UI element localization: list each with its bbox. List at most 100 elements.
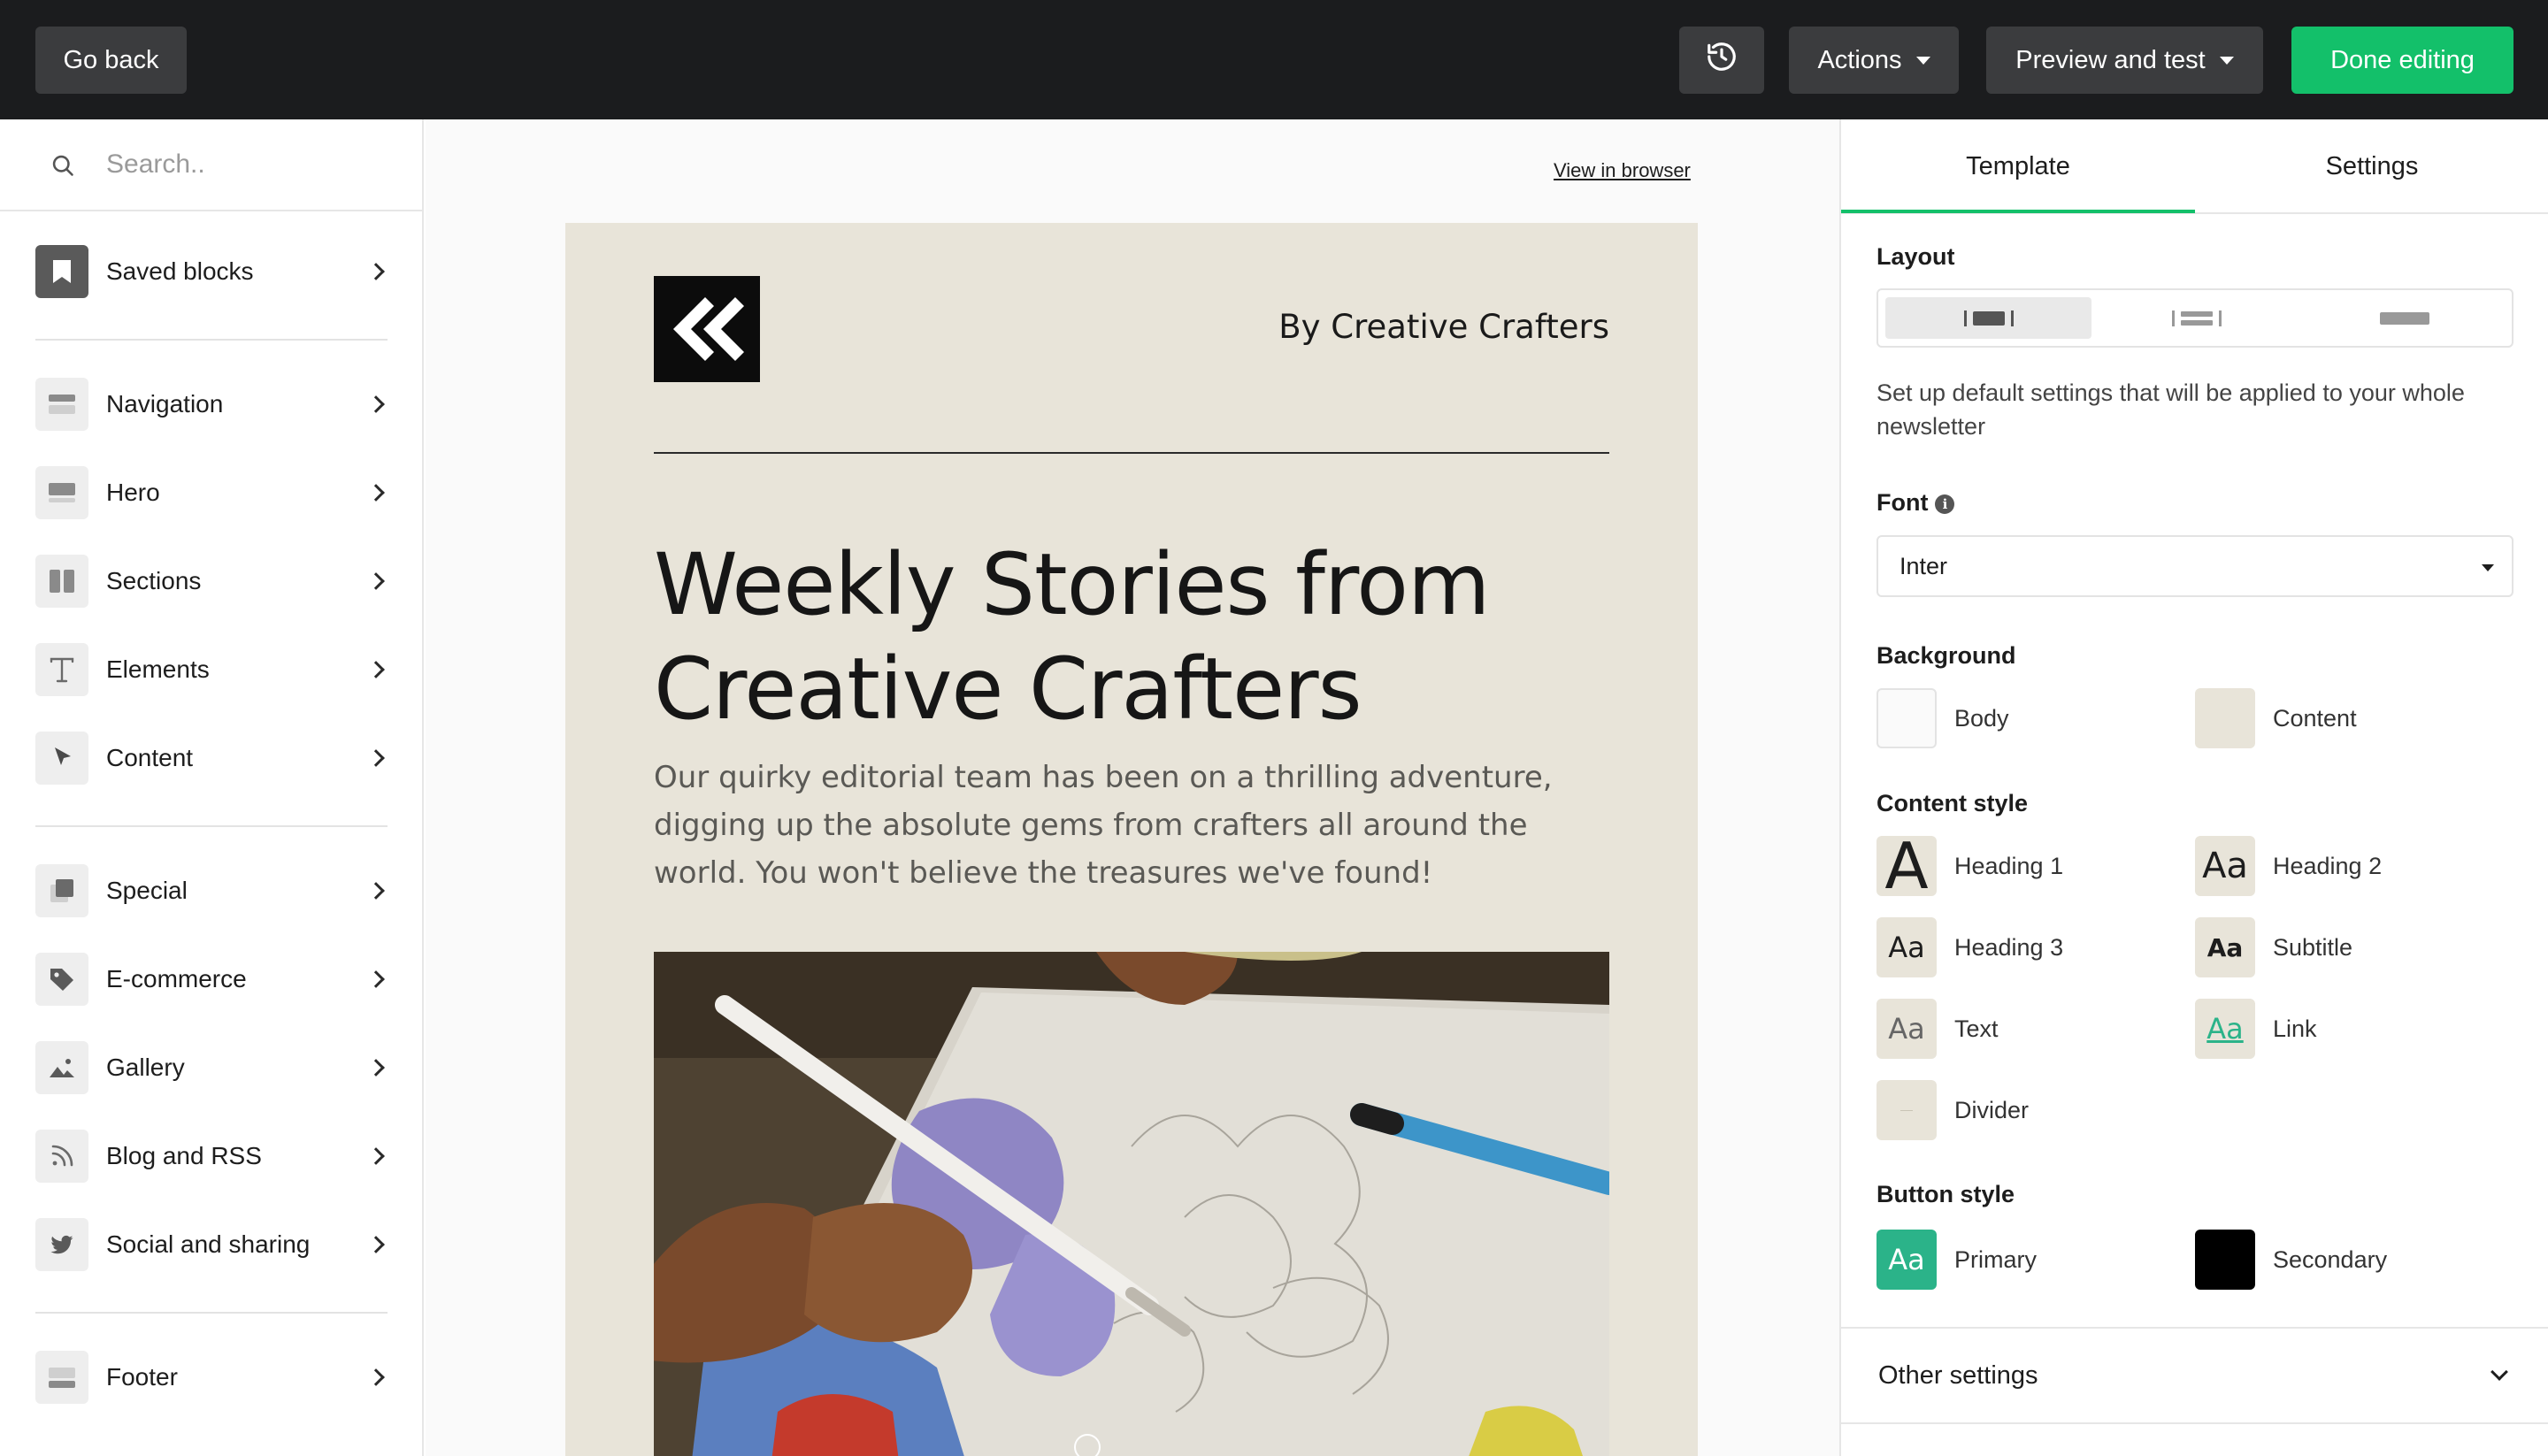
sidebar-item-content[interactable]: Content xyxy=(35,730,389,786)
chevron-right-icon xyxy=(367,1236,385,1253)
search-icon xyxy=(50,153,75,178)
sidebar-item-footer[interactable]: Footer xyxy=(35,1349,389,1406)
template-settings-panel: Template Settings Layout Set up default … xyxy=(1839,119,2548,1456)
sidebar-item-blog-and-rss[interactable]: Blog and RSS xyxy=(35,1128,389,1184)
font-select[interactable]: Inter xyxy=(1876,535,2513,597)
style-preview: Aa xyxy=(2195,836,2255,896)
sidebar-item-special[interactable]: Special xyxy=(35,862,389,919)
sidebar-item-label: Sections xyxy=(106,567,202,594)
font-heading-label: Font xyxy=(1876,489,1929,516)
sidebar-item-saved-blocks[interactable]: Saved blocks xyxy=(35,243,389,300)
block-search[interactable]: Search.. xyxy=(0,119,422,211)
crafting-photo-illustration xyxy=(654,952,1609,1456)
brand-logo[interactable] xyxy=(654,276,760,382)
email-headline[interactable]: Weekly Stories from Creative Crafters xyxy=(654,533,1609,741)
swatch-label: Body xyxy=(1954,704,2009,732)
chevron-right-icon xyxy=(367,395,385,413)
button-style-heading: Button style xyxy=(1876,1181,2015,1207)
email-divider[interactable] xyxy=(654,452,1609,454)
color-swatch xyxy=(1876,688,1937,748)
style-heading-1[interactable]: A Heading 1 xyxy=(1876,836,2063,896)
layout-option-full[interactable] xyxy=(2301,297,2507,339)
sidebar-item-social-and-sharing[interactable]: Social and sharing xyxy=(35,1216,389,1273)
done-editing-button[interactable]: Done editing xyxy=(2291,27,2513,94)
active-tab-indicator xyxy=(1841,210,2195,213)
style-preview: Aa xyxy=(1876,1230,1937,1290)
preview-and-test-button[interactable]: Preview and test xyxy=(1986,27,2263,94)
tab-template[interactable]: Template xyxy=(1841,119,2195,213)
swatch-label: Primary xyxy=(1954,1245,2037,1273)
go-back-label: Go back xyxy=(63,45,159,74)
sidebar-item-elements[interactable]: Elements xyxy=(35,641,389,698)
chevron-right-icon xyxy=(367,263,385,280)
style-preview: Aa xyxy=(2195,917,2255,977)
tab-settings[interactable]: Settings xyxy=(2195,119,2548,213)
chevron-right-icon xyxy=(367,1059,385,1077)
history-button[interactable] xyxy=(1679,27,1764,94)
sidebar-item-gallery[interactable]: Gallery xyxy=(35,1039,389,1096)
sidebar-item-label: Gallery xyxy=(106,1054,185,1081)
caret-down-icon xyxy=(1915,56,1930,65)
style-heading-3[interactable]: Aa Heading 3 xyxy=(1876,917,2063,977)
layout-option-centered[interactable] xyxy=(1885,297,2091,339)
style-preview: Aa xyxy=(2195,999,2255,1059)
view-in-browser-link[interactable]: View in browser xyxy=(1554,159,1691,182)
style-text[interactable]: Aa Text xyxy=(1876,999,1999,1059)
sidebar-item-label: Saved blocks xyxy=(106,257,254,285)
style-heading-2[interactable]: Aa Heading 2 xyxy=(2195,836,2382,896)
background-content-swatch[interactable]: Content xyxy=(2195,688,2357,748)
layout-list-icon xyxy=(2171,310,2222,326)
cursor-icon xyxy=(35,732,88,785)
swatch-label: Divider xyxy=(1954,1096,2030,1123)
other-settings-accordion[interactable]: Other settings xyxy=(1841,1327,2548,1424)
sidebar-item-label: Navigation xyxy=(106,390,224,418)
sidebar-item-label: Hero xyxy=(106,479,160,506)
swatch-label: Heading 2 xyxy=(2273,852,2383,879)
email-intro-text[interactable]: Our quirky editorial team has been on a … xyxy=(654,754,1609,897)
button-style-primary[interactable]: Aa Primary xyxy=(1876,1230,2037,1290)
style-divider[interactable]: Divider xyxy=(1876,1080,2029,1140)
go-back-button[interactable]: Go back xyxy=(35,27,187,94)
sidebar-item-label: Social and sharing xyxy=(106,1230,311,1258)
search-input[interactable]: Search.. xyxy=(106,149,205,180)
actions-dropdown-button[interactable]: Actions xyxy=(1789,27,1959,94)
background-body-swatch[interactable]: Body xyxy=(1876,688,2009,748)
chevron-right-icon xyxy=(367,484,385,502)
info-icon[interactable]: i xyxy=(1935,494,1955,514)
font-heading: Font i xyxy=(1876,489,1955,517)
sidebar-item-sections[interactable]: Sections xyxy=(35,553,389,609)
layout-option-list[interactable] xyxy=(2093,297,2299,339)
headline-line: Weekly Stories from xyxy=(654,535,1490,634)
style-link[interactable]: Aa Link xyxy=(2195,999,2317,1059)
navigation-block-icon xyxy=(35,378,88,431)
sidebar-item-navigation[interactable]: Navigation xyxy=(35,376,389,433)
caret-down-icon xyxy=(2482,564,2494,571)
email-byline[interactable]: By Creative Crafters xyxy=(1278,308,1609,346)
sidebar-item-hero[interactable]: Hero xyxy=(35,464,389,521)
layout-centered-icon xyxy=(1963,310,2014,326)
style-subtitle[interactable]: Aa Subtitle xyxy=(2195,917,2352,977)
font-select-value: Inter xyxy=(1899,552,1948,579)
sidebar-item-label: Special xyxy=(106,877,188,904)
chevron-right-icon xyxy=(367,749,385,767)
headline-line: Creative Crafters xyxy=(654,640,1362,739)
text-t-icon xyxy=(35,643,88,696)
sidebar-item-e-commerce[interactable]: E-commerce xyxy=(35,951,389,1008)
background-heading: Background xyxy=(1876,642,2016,669)
style-preview xyxy=(1876,1080,1937,1140)
chevron-right-icon xyxy=(367,1368,385,1386)
sidebar-divider xyxy=(35,1312,388,1314)
top-toolbar: Go back Actions Preview and test Done ed… xyxy=(0,0,2548,119)
layout-full-icon xyxy=(2379,311,2429,325)
sidebar-item-label: Footer xyxy=(106,1363,178,1391)
preview-label: Preview and test xyxy=(2015,45,2206,74)
button-style-secondary[interactable]: Secondary xyxy=(2195,1230,2387,1290)
hero-image-crafting[interactable] xyxy=(654,952,1609,1456)
email-content-area[interactable]: By Creative Crafters Weekly Stories from… xyxy=(565,223,1698,1456)
chevron-right-icon xyxy=(367,882,385,900)
chevron-right-icon xyxy=(367,1147,385,1165)
chevron-down-icon xyxy=(2490,1363,2508,1381)
style-preview xyxy=(2195,1230,2255,1290)
actions-label: Actions xyxy=(1817,45,1902,74)
style-preview: Aa xyxy=(1876,917,1937,977)
